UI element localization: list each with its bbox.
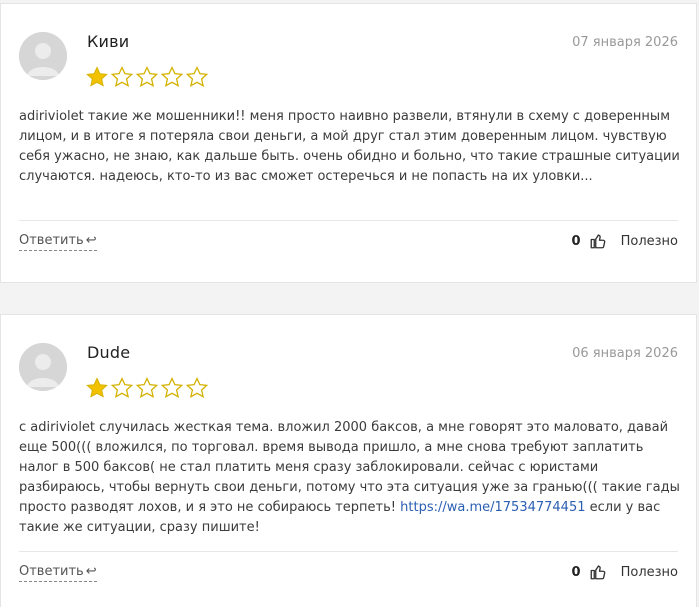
reply-button[interactable]: Ответить ↩ (19, 233, 97, 251)
useful-label[interactable]: Полезно (621, 565, 678, 580)
star-empty-icon (160, 376, 184, 398)
review-text: adiriviolet такие же мошенники!! меня пр… (19, 109, 685, 184)
reply-label: Ответить (19, 233, 84, 248)
star-empty-icon (110, 65, 134, 87)
thumbs-up-icon[interactable] (589, 563, 607, 581)
thumbs-up-icon[interactable] (589, 232, 607, 250)
divider (19, 551, 678, 552)
review-author: Киви (87, 32, 130, 51)
star-filled-icon (86, 377, 108, 398)
useful-label[interactable]: Полезно (621, 234, 678, 249)
user-placeholder-icon (19, 32, 67, 80)
star-empty-icon (185, 65, 209, 87)
rating-stars (85, 376, 209, 400)
star-empty-icon (160, 65, 184, 87)
review-date: 07 января 2026 (572, 35, 678, 50)
reply-label: Ответить (19, 564, 84, 579)
rating-stars (85, 65, 209, 89)
divider (19, 220, 678, 221)
useful-count: 0 (571, 233, 581, 249)
star-filled-icon (86, 66, 108, 87)
avatar (19, 343, 67, 391)
useful-control: 0 Полезно (572, 232, 678, 250)
useful-count: 0 (571, 564, 581, 580)
star-empty-icon (185, 376, 209, 398)
avatar (19, 32, 67, 80)
useful-control: 0 Полезно (572, 563, 678, 581)
review-card: Киви 07 января 2026 adiriviolet такие же… (0, 3, 697, 283)
whatsapp-link[interactable]: https://wa.me/17534774451 (400, 500, 585, 515)
star-empty-icon (135, 65, 159, 87)
review-date: 06 января 2026 (572, 346, 678, 361)
reply-arrow-icon: ↩ (85, 233, 97, 248)
review-card: Dude 06 января 2026 с adiriviolet случил… (0, 314, 697, 607)
star-empty-icon (110, 376, 134, 398)
review-author: Dude (87, 343, 131, 362)
review-text: с adiriviolet случилась жесткая тема. вл… (19, 418, 681, 538)
reply-arrow-icon: ↩ (85, 564, 97, 579)
star-empty-icon (135, 376, 159, 398)
user-placeholder-icon (19, 343, 67, 391)
reply-button[interactable]: Ответить ↩ (19, 564, 97, 582)
